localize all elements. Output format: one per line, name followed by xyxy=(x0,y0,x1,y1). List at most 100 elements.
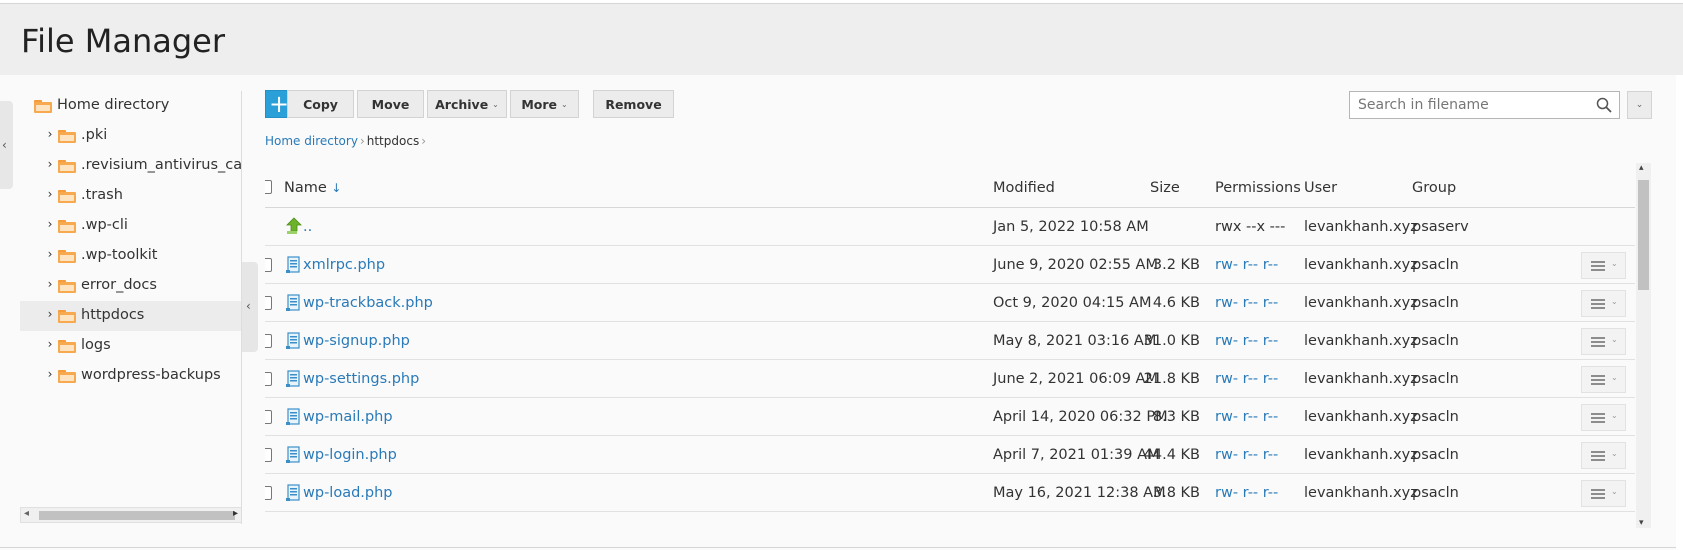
row-checkbox[interactable] xyxy=(265,296,272,310)
tree-item[interactable]: › .pki xyxy=(20,121,242,151)
select-all-checkbox[interactable] xyxy=(265,180,272,194)
file-name-link[interactable]: wp-settings.php xyxy=(303,371,419,387)
row-actions-menu-button[interactable]: ⌄ xyxy=(1581,404,1626,431)
row-checkbox[interactable] xyxy=(265,486,272,500)
permissions-link[interactable]: rw- r-- r-- xyxy=(1215,295,1278,311)
column-header-permissions[interactable]: Permissions xyxy=(1215,180,1301,196)
directory-tree: Home directory › .pki › .revisium_antivirus… xyxy=(20,91,242,501)
copy-button[interactable]: Copy xyxy=(287,90,354,118)
table-row[interactable]: xmlrpc.php June 9, 2020 02:55 AM 3.2 KB rw-… xyxy=(265,246,1635,284)
permissions-link[interactable]: rw- r-- r-- xyxy=(1215,409,1278,425)
table-row[interactable]: wp-trackback.php Oct 9, 2020 04:15 AM 4.6 … xyxy=(265,284,1635,322)
move-button[interactable]: Move xyxy=(357,90,424,118)
chevron-right-icon[interactable]: › xyxy=(45,187,55,201)
php-file-icon xyxy=(286,256,300,273)
tree-item-label: error_docs xyxy=(81,277,157,293)
column-header-group[interactable]: Group xyxy=(1412,180,1456,196)
breadcrumb-home-link[interactable]: Home directory xyxy=(265,134,358,148)
tree-item[interactable]: › .trash xyxy=(20,181,242,211)
scroll-up-icon[interactable]: ▴ xyxy=(1639,163,1644,173)
folder-icon xyxy=(58,130,76,143)
size-cell: 3.2 KB xyxy=(1152,257,1200,273)
user-cell: levankhanh.xyz xyxy=(1304,485,1418,501)
table-row[interactable]: wp-login.php April 7, 2021 01:39 AM 44.4 K… xyxy=(265,436,1635,474)
chevron-right-icon[interactable]: › xyxy=(45,127,55,141)
parent-directory-icon xyxy=(286,217,302,234)
table-vertical-scrollbar[interactable]: ▴ ▾ xyxy=(1636,163,1651,528)
permissions-link[interactable]: rw- r-- r-- xyxy=(1215,447,1278,463)
file-name-link[interactable]: .. xyxy=(303,219,312,235)
chevron-right-icon[interactable]: › xyxy=(45,367,55,381)
table-row[interactable]: wp-settings.php June 2, 2021 06:09 AM 21.8… xyxy=(265,360,1635,398)
scroll-down-icon[interactable]: ▾ xyxy=(1639,518,1644,528)
table-row[interactable]: wp-signup.php May 8, 2021 03:16 AM 31.0 KB… xyxy=(265,322,1635,360)
group-cell: psacln xyxy=(1412,409,1459,425)
scroll-right-icon[interactable]: ▸ xyxy=(233,508,238,519)
table-row[interactable]: wp-load.php May 16, 2021 12:38 AM 3.8 KB rw… xyxy=(265,474,1635,512)
column-header-modified[interactable]: Modified xyxy=(993,180,1055,196)
tree-item[interactable]: › wordpress-backups xyxy=(20,361,242,391)
tree-item[interactable]: › httpdocs xyxy=(20,301,242,331)
chevron-right-icon[interactable]: › xyxy=(45,217,55,231)
row-actions-menu-button[interactable]: ⌄ xyxy=(1581,480,1626,507)
row-actions-menu-button[interactable]: ⌄ xyxy=(1581,442,1626,469)
permissions-link[interactable]: rw- r-- r-- xyxy=(1215,371,1278,387)
permissions-link[interactable]: rw- r-- r-- xyxy=(1215,257,1278,273)
row-checkbox[interactable] xyxy=(265,334,272,348)
menu-icon xyxy=(1591,299,1605,309)
tree-item[interactable]: › error_docs xyxy=(20,271,242,301)
row-checkbox[interactable] xyxy=(265,410,272,424)
column-header-user[interactable]: User xyxy=(1304,180,1337,196)
tree-item[interactable]: › .wp-cli xyxy=(20,211,242,241)
tree-horizontal-scrollbar[interactable]: ◂ ▸ xyxy=(20,507,242,523)
chevron-right-icon[interactable]: › xyxy=(45,247,55,261)
search-options-button[interactable]: ⌄ xyxy=(1627,91,1652,119)
tree-item-label: Home directory xyxy=(57,97,170,113)
collapse-tree-button[interactable]: ‹ xyxy=(242,262,258,352)
menu-icon xyxy=(1591,451,1605,461)
file-name-link[interactable]: xmlrpc.php xyxy=(303,257,385,273)
file-name-link[interactable]: wp-mail.php xyxy=(303,409,393,425)
file-name-link[interactable]: wp-trackback.php xyxy=(303,295,433,311)
file-name-link[interactable]: wp-login.php xyxy=(303,447,397,463)
chevron-right-icon[interactable]: › xyxy=(45,157,55,171)
row-checkbox[interactable] xyxy=(265,448,272,462)
tree-item[interactable]: › logs xyxy=(20,331,242,361)
permissions-link[interactable]: rw- r-- r-- xyxy=(1215,485,1278,501)
row-actions-menu-button[interactable]: ⌄ xyxy=(1581,252,1626,279)
table-row[interactable]: wp-mail.php April 14, 2020 06:32 PM 8.3 KB… xyxy=(265,398,1635,436)
tree-item[interactable]: › .revisium_antivirus_cache xyxy=(20,151,242,181)
menu-icon xyxy=(1591,375,1605,385)
search-input[interactable] xyxy=(1350,92,1590,118)
tree-item-label: .wp-cli xyxy=(81,217,128,233)
row-actions-menu-button[interactable]: ⌄ xyxy=(1581,366,1626,393)
column-header-name[interactable]: Name ↓ xyxy=(284,180,341,196)
row-actions-menu-button[interactable]: ⌄ xyxy=(1581,290,1626,317)
row-checkbox[interactable] xyxy=(265,372,272,386)
scroll-left-icon[interactable]: ◂ xyxy=(24,508,29,519)
more-dropdown-button[interactable]: More ⌄ xyxy=(510,90,579,118)
user-cell: levankhanh.xyz xyxy=(1304,447,1418,463)
group-cell: psacln xyxy=(1412,257,1459,273)
tree-item[interactable]: › .wp-toolkit xyxy=(20,241,242,271)
chevron-right-icon[interactable]: › xyxy=(45,307,55,321)
scrollbar-thumb[interactable] xyxy=(1638,180,1649,290)
folder-icon xyxy=(58,220,76,233)
column-header-size[interactable]: Size xyxy=(1150,180,1180,196)
chevron-right-icon[interactable]: › xyxy=(45,337,55,351)
tree-item-home[interactable]: Home directory xyxy=(20,91,242,121)
chevron-right-icon[interactable]: › xyxy=(45,277,55,291)
parent-directory-row[interactable]: .. Jan 5, 2022 10:58 AM rwx --x --- leva… xyxy=(265,208,1635,246)
scrollbar-thumb[interactable] xyxy=(39,511,235,520)
permissions-link[interactable]: rw- r-- r-- xyxy=(1215,333,1278,349)
row-actions-menu-button[interactable]: ⌄ xyxy=(1581,328,1626,355)
row-checkbox[interactable] xyxy=(265,258,272,272)
left-collapse-tab[interactable]: ‹ xyxy=(0,101,13,189)
file-name-link[interactable]: wp-signup.php xyxy=(303,333,410,349)
file-name-link[interactable]: wp-load.php xyxy=(303,485,393,501)
archive-dropdown-button[interactable]: Archive ⌄ xyxy=(427,90,507,118)
remove-button[interactable]: Remove xyxy=(593,90,674,118)
divider xyxy=(0,547,1676,548)
search-icon[interactable] xyxy=(1596,97,1612,113)
search-field[interactable] xyxy=(1349,91,1620,119)
